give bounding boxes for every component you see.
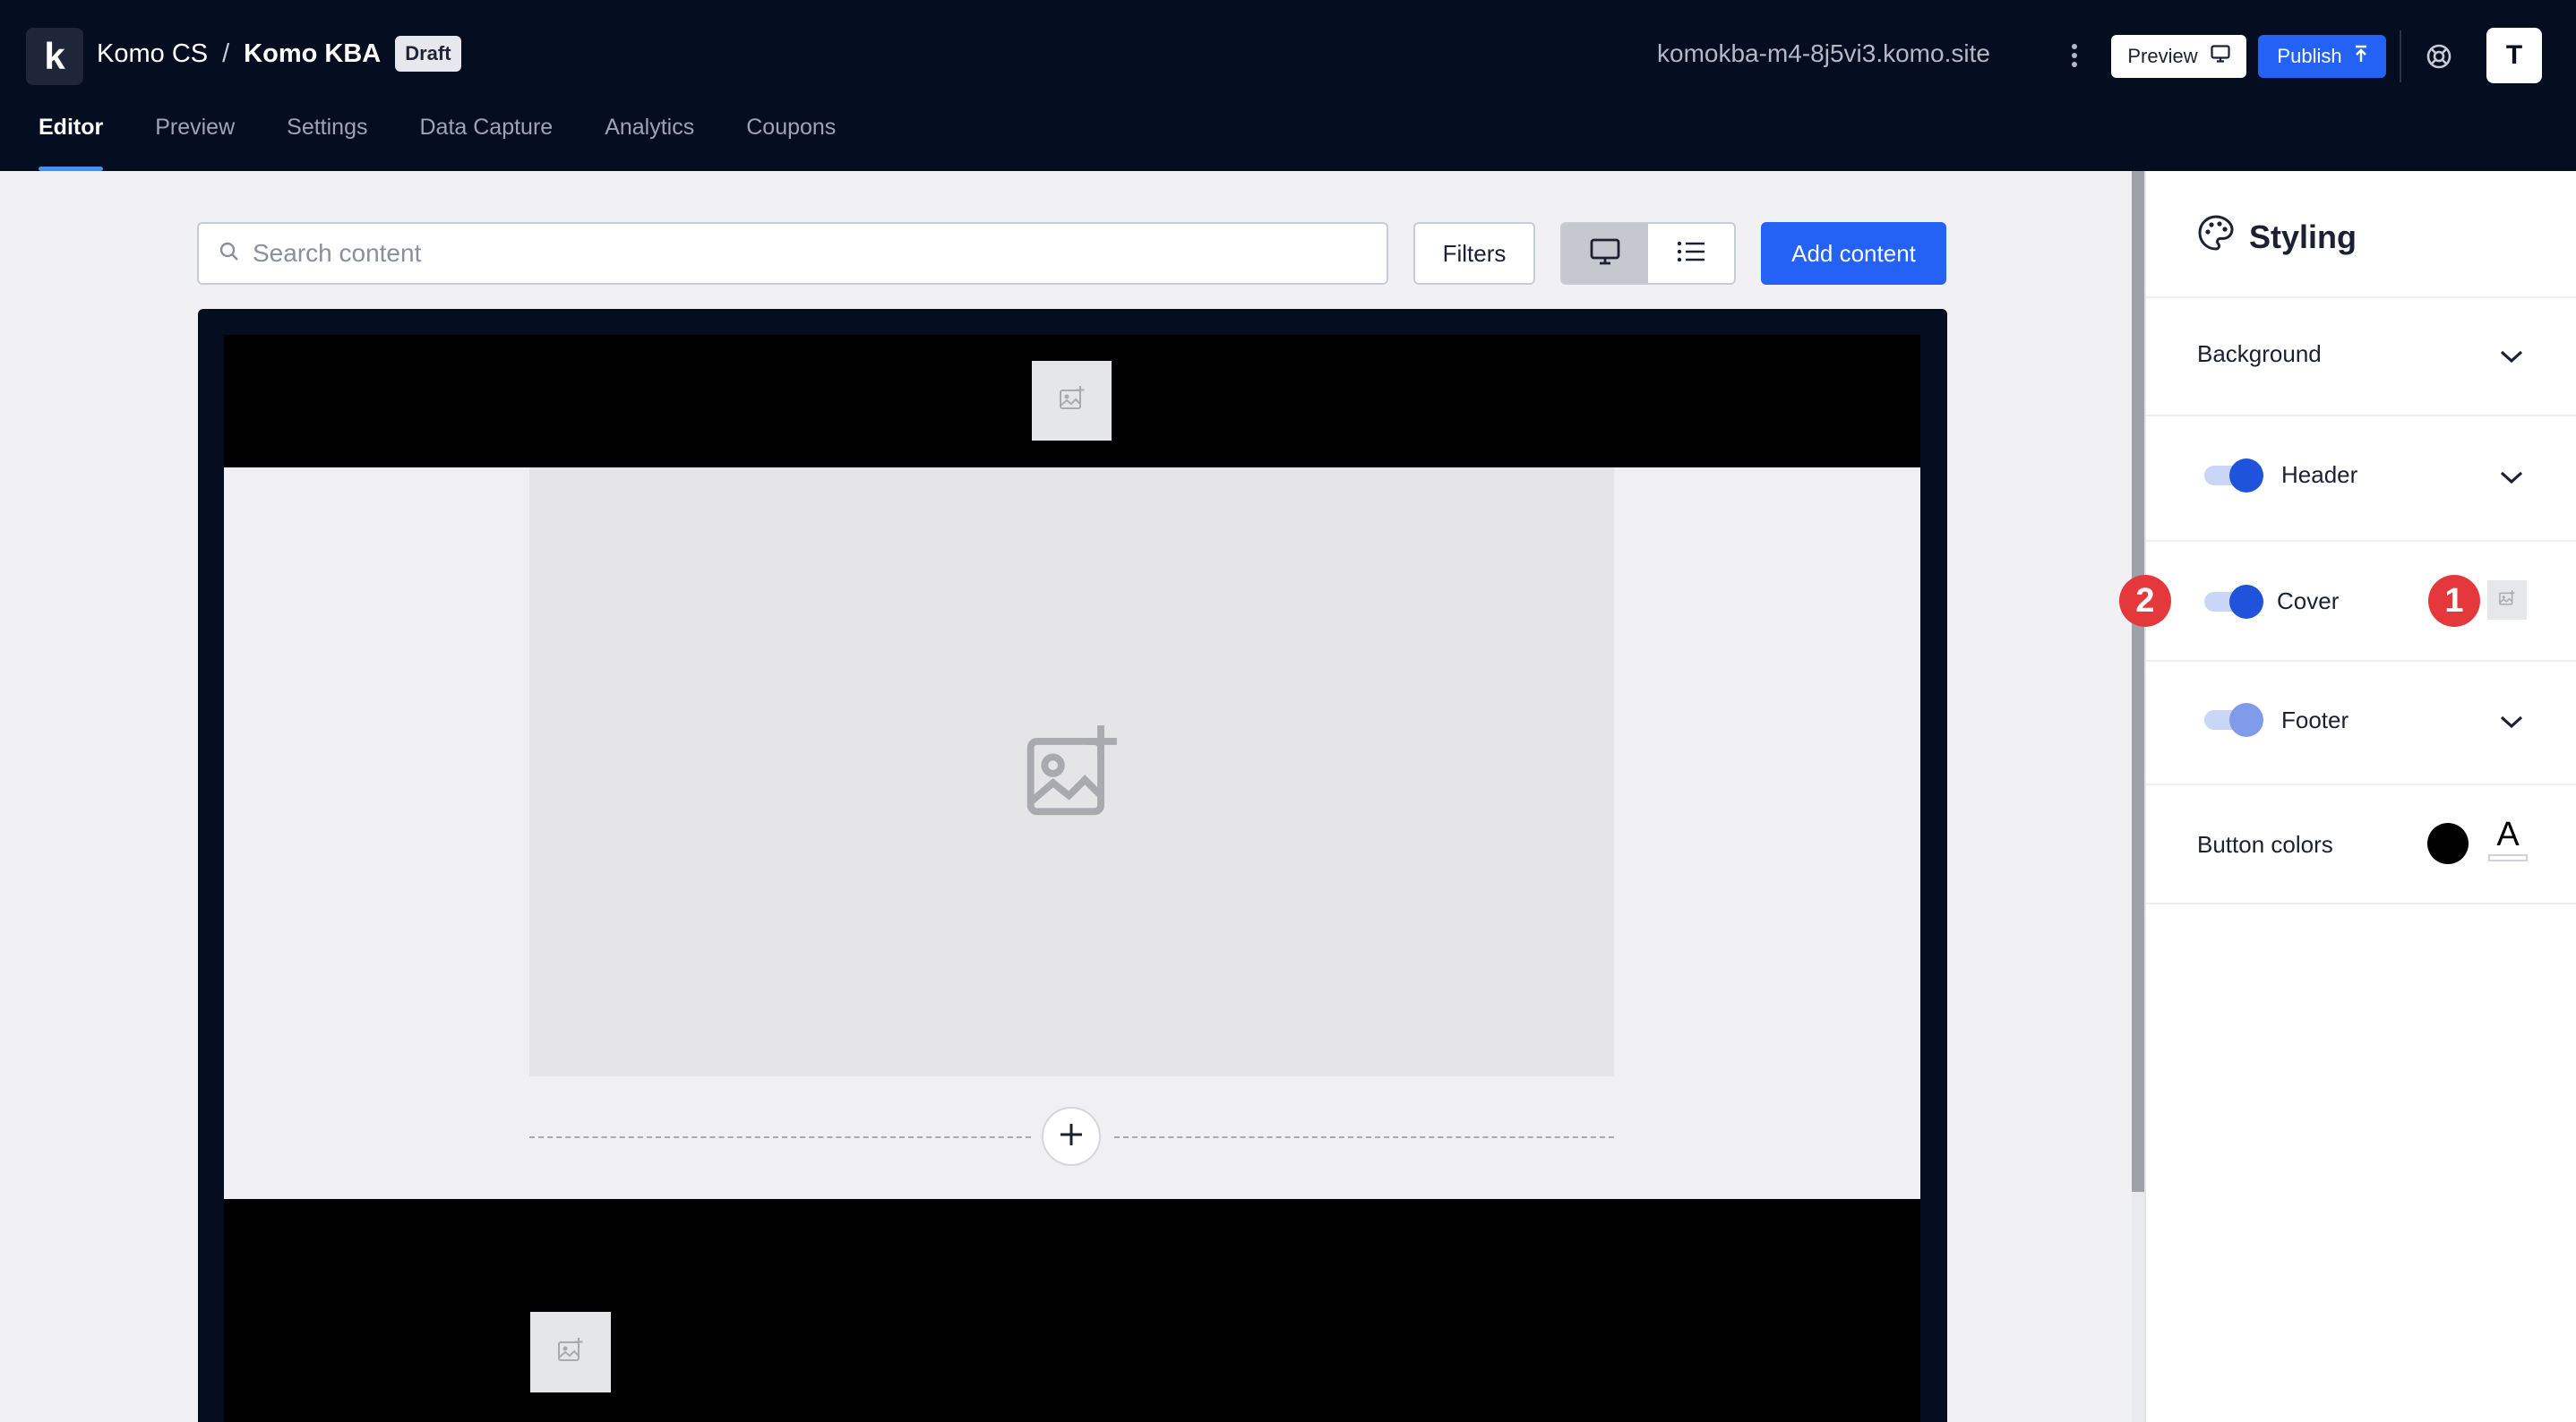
- chevron-down-icon[interactable]: [2496, 462, 2527, 493]
- image-add-icon: [1021, 719, 1123, 826]
- tab-settings[interactable]: Settings: [287, 115, 367, 171]
- list-view-button[interactable]: [1648, 224, 1734, 283]
- cover-image-thumbnail[interactable]: [2487, 580, 2527, 620]
- upload-icon: [2355, 45, 2367, 68]
- search-icon: [219, 241, 240, 267]
- search-input[interactable]: [253, 239, 1327, 268]
- panel-divider: [2146, 415, 2576, 416]
- tab-analytics[interactable]: Analytics: [605, 115, 694, 171]
- breadcrumb: Komo CS / Komo KBA Draft: [97, 36, 461, 72]
- more-vertical-icon[interactable]: [2065, 41, 2083, 70]
- main-tabs: Editor Preview Settings Data Capture Ana…: [39, 115, 888, 171]
- breadcrumb-project[interactable]: Komo KBA: [244, 39, 381, 69]
- background-label: Background: [2197, 340, 2322, 367]
- header-divider: [2400, 30, 2401, 82]
- cover-label: Cover: [2277, 587, 2340, 614]
- life-buoy-icon[interactable]: [2420, 38, 2458, 75]
- canvas-scrollbar-thumb[interactable]: [2132, 171, 2144, 1192]
- filters-button[interactable]: Filters: [1413, 222, 1535, 285]
- chevron-down-icon[interactable]: [2496, 707, 2527, 737]
- cover-image-placeholder[interactable]: [529, 467, 1614, 1076]
- button-text-color-picker[interactable]: A: [2487, 817, 2529, 863]
- add-block-button[interactable]: [1042, 1107, 1101, 1166]
- search-box: [197, 222, 1388, 285]
- panel-divider: [2146, 540, 2576, 542]
- avatar[interactable]: T: [2486, 28, 2542, 83]
- add-block-divider-left: [529, 1136, 1031, 1138]
- footer-toggle[interactable]: [2204, 703, 2263, 737]
- button-colors-label: Button colors: [2197, 831, 2333, 858]
- breadcrumb-separator: /: [222, 39, 230, 68]
- footer-logo-placeholder[interactable]: [530, 1312, 611, 1392]
- tab-coupons[interactable]: Coupons: [746, 115, 836, 171]
- panel-divider: [2146, 784, 2576, 785]
- image-add-icon: [1058, 384, 1086, 417]
- publish-button-label: Publish: [2277, 45, 2342, 67]
- status-badge: Draft: [395, 36, 461, 72]
- styling-panel-title: Styling: [2197, 214, 2357, 260]
- text-color-bar: [2488, 854, 2528, 861]
- panel-divider: [2146, 903, 2576, 904]
- image-icon: [2498, 589, 2516, 612]
- text-color-letter: A: [2496, 816, 2520, 853]
- footer-label: Footer: [2281, 707, 2349, 733]
- chevron-down-icon[interactable]: [2496, 341, 2527, 372]
- palette-icon: [2197, 214, 2235, 260]
- header-toggle[interactable]: [2204, 458, 2263, 493]
- tab-editor[interactable]: Editor: [39, 115, 104, 171]
- tab-data-capture[interactable]: Data Capture: [419, 115, 553, 171]
- list-icon: [1677, 241, 1705, 267]
- add-block-divider-right: [1114, 1136, 1614, 1138]
- annotation-badge-1: 1: [2428, 575, 2480, 627]
- button-fill-color-swatch[interactable]: [2427, 823, 2469, 864]
- logo-letter: k: [44, 35, 65, 77]
- site-domain[interactable]: komokba-m4-8j5vi3.komo.site: [1657, 39, 1990, 68]
- header-logo-placeholder[interactable]: [1032, 361, 1112, 441]
- desktop-view-button[interactable]: [1562, 224, 1648, 283]
- add-content-button[interactable]: Add content: [1761, 222, 1946, 285]
- monitor-icon: [2211, 45, 2230, 68]
- publish-button[interactable]: Publish: [2258, 35, 2386, 78]
- view-mode-toggle: [1560, 222, 1736, 285]
- plus-icon: [1058, 1121, 1085, 1152]
- cover-toggle[interactable]: [2204, 585, 2263, 619]
- tab-preview[interactable]: Preview: [155, 115, 235, 171]
- panel-divider: [2146, 660, 2576, 662]
- annotation-badge-2: 2: [2119, 575, 2171, 627]
- breadcrumb-org[interactable]: Komo CS: [97, 39, 208, 69]
- footer-section[interactable]: [224, 1199, 1920, 1422]
- styling-title-text: Styling: [2249, 218, 2357, 255]
- header-label: Header: [2281, 461, 2358, 488]
- desktop-icon: [1590, 238, 1620, 270]
- image-add-icon: [556, 1336, 585, 1369]
- panel-divider: [2146, 296, 2576, 298]
- app-logo[interactable]: k: [26, 28, 83, 85]
- preview-button-label: Preview: [2127, 45, 2198, 67]
- preview-button[interactable]: Preview: [2111, 35, 2246, 78]
